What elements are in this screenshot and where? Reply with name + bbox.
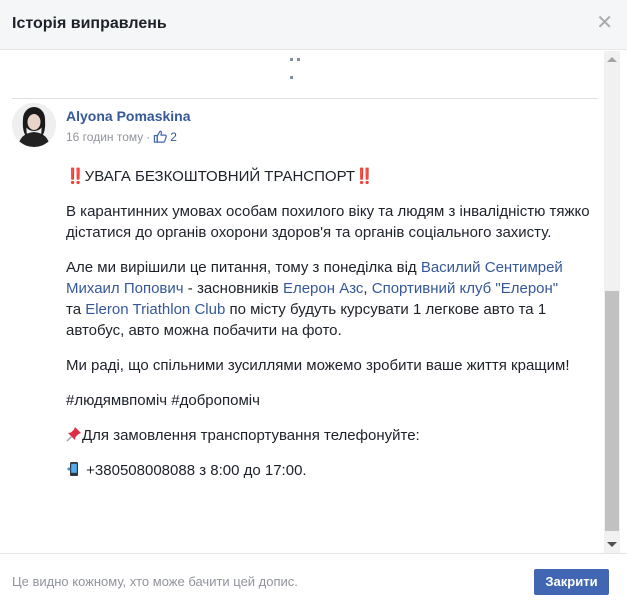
like-icon[interactable] — [153, 129, 168, 144]
post-paragraph-mentions: Але ми вирішили це питання, тому з понед… — [66, 257, 596, 341]
dialog-footer: Це видно кожному, хто може бачити цей до… — [0, 553, 627, 601]
text-fragment: , — [363, 280, 372, 297]
post-headline: ‼️УВАГА БЕЗКОШТОВНИЙ ТРАНСПОРТ‼️ — [66, 168, 374, 185]
dialog-title: Історія виправлень — [12, 15, 167, 32]
separator: · — [146, 129, 151, 144]
author-name[interactable]: Alyona Pomaskina — [66, 108, 191, 124]
dialog-header: Історія виправлень ✕ — [0, 0, 627, 50]
scrollbar-thumb[interactable] — [605, 291, 619, 531]
divider — [12, 98, 598, 99]
mobile-phone-icon — [67, 462, 78, 476]
like-count[interactable]: 2 — [170, 130, 177, 144]
avatar-image — [12, 103, 56, 147]
pushpin-icon — [66, 427, 81, 442]
scroll-up-arrow-icon[interactable] — [607, 57, 617, 62]
see-more-dots-icon[interactable] — [290, 58, 302, 82]
close-icon[interactable]: ✕ — [596, 13, 613, 33]
order-line: Для замовлення транспортування телефонуй… — [66, 425, 596, 446]
timestamp[interactable]: 16 годин тому — [66, 130, 143, 144]
dialog-body: Alyona Pomaskina 16 годин тому · 2 ‼️УВА… — [0, 51, 627, 553]
mention-link[interactable]: Михаил Попович — [66, 280, 184, 297]
avatar[interactable] — [12, 103, 56, 147]
close-button[interactable]: Закрити — [534, 569, 609, 595]
post-paragraph: Ми раді, що спільними зусиллями можемо з… — [66, 357, 570, 374]
scroll-down-arrow-icon[interactable] — [607, 542, 617, 547]
text-fragment: та — [66, 301, 86, 318]
post-text: ‼️УВАГА БЕЗКОШТОВНИЙ ТРАНСПОРТ‼️ В каран… — [66, 166, 596, 495]
order-text: Для замовлення транспортування телефонуй… — [82, 427, 420, 444]
mention-link[interactable]: Спортивний клуб "Елерон" — [372, 280, 558, 297]
mention-link[interactable]: Василий Сентимрей — [421, 259, 563, 276]
phone-line: +380508008088 з 8:00 до 17:00. — [66, 460, 596, 481]
edit-history-dialog: Історія виправлень ✕ Alyona Pomaskina 16… — [0, 0, 627, 601]
phone-text: +380508008088 з 8:00 до 17:00. — [86, 462, 307, 479]
text-fragment: Але ми вирішили це питання, тому з понед… — [66, 259, 421, 276]
mention-link[interactable]: Eleron Triathlon Club — [85, 301, 225, 318]
post-paragraph: В карантинних умовах особам похилого вік… — [66, 203, 590, 241]
privacy-note: Це видно кожному, хто може бачити цей до… — [12, 574, 298, 589]
hashtags[interactable]: #людямвпоміч #добропоміч — [66, 390, 596, 411]
text-fragment: - засновників — [183, 280, 283, 297]
mention-link[interactable]: Елерон Азс — [283, 280, 363, 297]
post-meta: 16 годин тому · 2 — [66, 129, 177, 144]
scrollbar[interactable] — [604, 51, 620, 553]
